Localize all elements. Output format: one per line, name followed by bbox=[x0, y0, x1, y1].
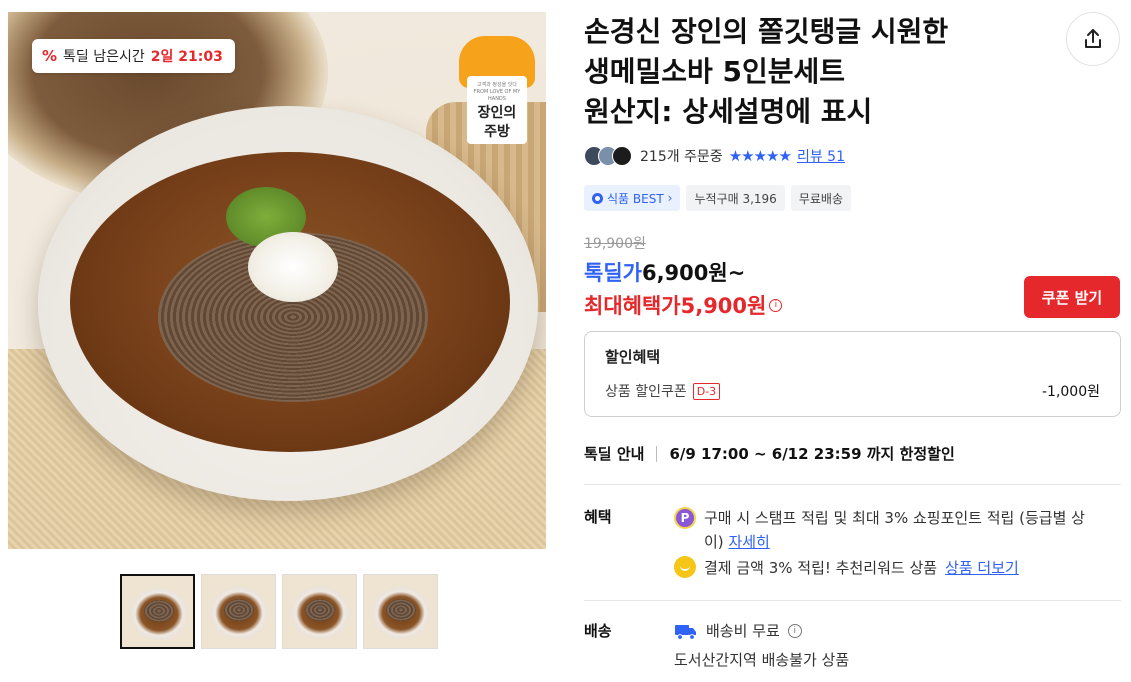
shipping-fee-text: 배송비 무료 bbox=[706, 622, 780, 640]
deal-price: 톡딜가6,900원~ bbox=[584, 257, 745, 287]
thumbnail-2[interactable] bbox=[201, 574, 276, 649]
brand-name-line1: 장인의 bbox=[477, 105, 517, 121]
timer-label: 톡딜 남은시간 bbox=[63, 49, 145, 65]
deal-info-label: 톡딜 안내 bbox=[584, 445, 645, 463]
percent-icon: % bbox=[42, 47, 58, 65]
share-button[interactable] bbox=[1066, 12, 1120, 66]
coin-icon bbox=[674, 556, 696, 578]
thumbnail-4[interactable] bbox=[363, 574, 438, 649]
product-title: 손경신 장인의 쫄깃탱글 시원한 생메밀소바 5인분세트 원산지: 상세설명에 … bbox=[584, 12, 1054, 132]
divider bbox=[584, 484, 1121, 485]
benefit-stamp: P 구매 시 스탬프 적립 및 최대 3% 쇼핑포인트 적립 (등급별 상이) … bbox=[674, 506, 1094, 554]
thumbnail-3[interactable] bbox=[282, 574, 357, 649]
max-benefit-price: 최대혜택가 5,900원 i bbox=[584, 290, 783, 320]
deal-period: 6/9 17:00 ~ 6/12 23:59 까지 한정할인 bbox=[669, 445, 955, 463]
discount-heading: 할인혜택 bbox=[605, 348, 661, 366]
shipping-note: 도서산간지역 배송불가 상품 bbox=[674, 651, 850, 669]
point-icon: P bbox=[674, 507, 696, 529]
discount-amount: -1,000원 bbox=[1041, 384, 1100, 400]
cumulative-purchase-tag: 누적구매 3,196 bbox=[686, 185, 785, 211]
divider bbox=[656, 445, 658, 462]
brand-logo: 고객과 정성을 잇다 FROM LOVE OF MY HANDS 장인의 주방 bbox=[453, 30, 541, 148]
timer-value: 2일 21:03 bbox=[150, 49, 223, 65]
discount-box: 할인혜택 상품 할인쿠폰 D-3 -1,000원 bbox=[584, 331, 1121, 417]
badge-icon bbox=[592, 192, 603, 204]
deal-price-label: 톡딜가 bbox=[584, 261, 642, 285]
product-title-line2: 생메밀소바 5인분세트 bbox=[584, 55, 846, 88]
divider bbox=[584, 600, 1121, 601]
order-count: 215개 주문중 bbox=[640, 149, 723, 165]
discount-row: 상품 할인쿠폰 D-3 -1,000원 bbox=[605, 381, 1100, 401]
deal-timer-badge: % 톡딜 남은시간 2일 21:03 bbox=[32, 39, 235, 73]
product-tags: 식품 BEST › 누적구매 3,196 무료배송 bbox=[584, 185, 851, 211]
thumbnail-1[interactable] bbox=[120, 574, 195, 649]
get-coupon-button[interactable]: 쿠폰 받기 bbox=[1024, 276, 1120, 318]
benefit-label: 혜택 bbox=[584, 508, 612, 526]
shipping-fee: 배송비 무료 i bbox=[674, 620, 802, 641]
brand-logo-card: 고객과 정성을 잇다 FROM LOVE OF MY HANDS 장인의 주방 bbox=[467, 76, 527, 144]
brand-tagline-en: FROM LOVE OF MY HANDS bbox=[473, 89, 521, 102]
rating-row: 215개 주문중 ★★★★★ 리뷰 51 bbox=[584, 146, 845, 166]
review-link[interactable]: 리뷰 51 bbox=[797, 146, 845, 166]
product-origin: 원산지: 상세설명에 표시 bbox=[584, 95, 873, 128]
best-tag-label: 식품 BEST bbox=[607, 191, 664, 206]
benefit-reward-text: 결제 금액 3% 적립! 추천리워드 상품 bbox=[704, 558, 938, 577]
star-rating-icon: ★★★★★ bbox=[728, 147, 792, 165]
shipping-label: 배송 bbox=[584, 622, 612, 640]
share-icon bbox=[1085, 29, 1101, 48]
free-shipping-tag: 무료배송 bbox=[790, 185, 851, 211]
chevron-right-icon: › bbox=[667, 191, 673, 205]
grated-radish bbox=[248, 232, 338, 302]
original-price: 19,900원 bbox=[584, 236, 646, 252]
max-price-value: 5,900원 bbox=[680, 294, 767, 318]
avatar bbox=[612, 146, 632, 166]
product-main-image: % 톡딜 남은시간 2일 21:03 고객과 정성을 잇다 FROM LOVE … bbox=[8, 12, 546, 549]
max-price-label: 최대혜택가 bbox=[584, 294, 681, 318]
deal-info: 톡딜 안내 6/9 17:00 ~ 6/12 23:59 까지 한정할인 bbox=[584, 443, 955, 464]
brand-tagline: 고객과 정성을 잇다 bbox=[477, 82, 517, 88]
thumbnail-strip bbox=[120, 574, 438, 649]
best-tag[interactable]: 식품 BEST › bbox=[584, 185, 681, 211]
benefit-reward: 결제 금액 3% 적립! 추천리워드 상품 상품 더보기 bbox=[674, 556, 1019, 578]
product-title-line1: 손경신 장인의 쫄깃탱글 시원한 bbox=[584, 15, 949, 48]
benefit-detail-link[interactable]: 자세히 bbox=[728, 533, 769, 551]
buyer-avatars bbox=[584, 146, 632, 166]
deal-price-value: 6,900원~ bbox=[641, 261, 746, 285]
more-products-link[interactable]: 상품 더보기 bbox=[945, 557, 1019, 578]
info-icon[interactable]: i bbox=[769, 298, 783, 312]
coupon-label: 상품 할인쿠폰 bbox=[605, 384, 687, 400]
truck-icon bbox=[675, 624, 696, 640]
dday-badge: D-3 bbox=[692, 382, 721, 400]
info-icon[interactable]: i bbox=[787, 623, 802, 638]
brand-name-line2: 주방 bbox=[484, 124, 510, 140]
